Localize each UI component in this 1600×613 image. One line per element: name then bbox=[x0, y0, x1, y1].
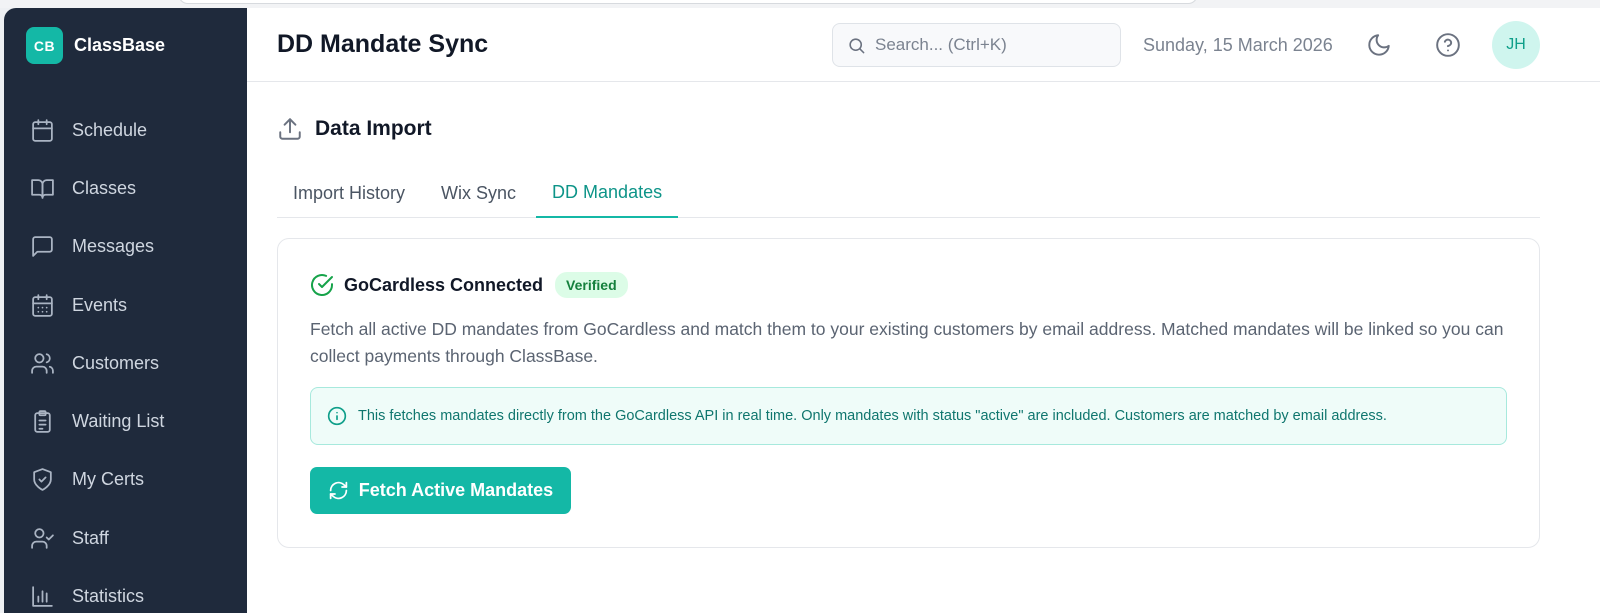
search-box[interactable] bbox=[832, 23, 1121, 67]
shield-check-icon bbox=[33, 468, 52, 492]
brand-name: ClassBase bbox=[74, 35, 166, 55]
page-title: DD Mandate Sync bbox=[277, 30, 489, 58]
browser-top-strip bbox=[0, 0, 1600, 8]
help-circle-icon bbox=[1436, 33, 1460, 57]
mandate-sync-card: GoCardless Connected Verified Fetch all … bbox=[277, 238, 1540, 548]
fetch-button-label: Fetch Active Mandates bbox=[358, 480, 554, 500]
section-header: Data Import bbox=[277, 116, 432, 142]
tab-bar: Import History Wix Sync DD Mandates bbox=[277, 168, 1540, 218]
sidebar-item-classes[interactable]: Classes bbox=[4, 159, 247, 217]
bar-chart-icon bbox=[32, 586, 53, 607]
avatar[interactable]: JH bbox=[1492, 21, 1540, 69]
search-icon bbox=[849, 37, 865, 53]
info-text: This fetches mandates directly from the … bbox=[358, 408, 1387, 424]
upload-icon bbox=[279, 118, 301, 140]
sidebar-nav: Schedule Classes Messages Events Custome… bbox=[4, 101, 247, 613]
clipboard-list-icon bbox=[34, 410, 51, 433]
sidebar-item-waiting-list[interactable]: Waiting List bbox=[4, 392, 247, 450]
brand-logo: CB bbox=[26, 27, 63, 64]
current-date: Sunday, 15 March 2026 bbox=[1143, 35, 1333, 55]
main-content: DD Mandate Sync Sunday, 15 March 2026 JH… bbox=[247, 8, 1600, 613]
calendar-icon bbox=[32, 118, 53, 142]
refresh-icon bbox=[329, 481, 348, 500]
brand[interactable]: CB ClassBase bbox=[26, 27, 165, 64]
tab-wix-sync[interactable]: Wix Sync bbox=[425, 168, 532, 218]
sidebar-item-label: Classes bbox=[72, 177, 137, 198]
sidebar-item-statistics[interactable]: Statistics bbox=[4, 567, 247, 613]
calendar-days-icon bbox=[32, 293, 53, 317]
info-icon bbox=[327, 406, 347, 426]
tab-import-history[interactable]: Import History bbox=[277, 168, 421, 218]
sidebar-item-label: Messages bbox=[72, 236, 155, 257]
help-button[interactable] bbox=[1433, 30, 1463, 60]
sidebar-item-staff[interactable]: Staff bbox=[4, 509, 247, 567]
sidebar-item-label: Statistics bbox=[72, 586, 145, 607]
theme-toggle-button[interactable] bbox=[1364, 30, 1394, 60]
users-icon bbox=[31, 353, 54, 374]
connection-title: GoCardless Connected bbox=[344, 274, 544, 295]
app-window: CB ClassBase Schedule Classes Messages E… bbox=[4, 8, 1600, 613]
sidebar-item-schedule[interactable]: Schedule bbox=[4, 101, 247, 159]
tab-dd-mandates[interactable]: DD Mandates bbox=[536, 168, 679, 218]
top-header: DD Mandate Sync Sunday, 15 March 2026 JH bbox=[247, 8, 1600, 82]
connection-status: GoCardless Connected Verified bbox=[310, 272, 628, 298]
search-input[interactable] bbox=[875, 35, 1095, 55]
sidebar-item-events[interactable]: Events bbox=[4, 276, 247, 334]
sidebar-item-label: Customers bbox=[72, 352, 160, 373]
sidebar-item-label: Waiting List bbox=[72, 411, 165, 432]
sidebar-item-messages[interactable]: Messages bbox=[4, 218, 247, 276]
book-open-icon bbox=[31, 179, 54, 199]
fetch-active-mandates-button[interactable]: Fetch Active Mandates bbox=[310, 467, 571, 514]
sidebar-item-label: My Certs bbox=[72, 469, 144, 490]
section-title: Data Import bbox=[315, 117, 432, 140]
user-check-icon bbox=[31, 527, 54, 549]
card-description: Fetch all active DD mandates from GoCard… bbox=[310, 319, 1504, 366]
sidebar-item-label: Staff bbox=[72, 527, 109, 548]
info-alert: This fetches mandates directly from the … bbox=[310, 387, 1507, 445]
sidebar-item-label: Events bbox=[72, 294, 128, 315]
sidebar: CB ClassBase Schedule Classes Messages E… bbox=[4, 8, 247, 613]
sidebar-item-label: Schedule bbox=[72, 119, 148, 140]
sidebar-item-my-certs[interactable]: My Certs bbox=[4, 451, 247, 509]
status-badge: Verified bbox=[555, 272, 628, 298]
check-circle-icon bbox=[311, 274, 333, 297]
sidebar-item-customers[interactable]: Customers bbox=[4, 334, 247, 392]
moon-icon bbox=[1368, 34, 1390, 56]
message-square-icon bbox=[32, 236, 53, 257]
browser-address-bar bbox=[178, 0, 1198, 4]
